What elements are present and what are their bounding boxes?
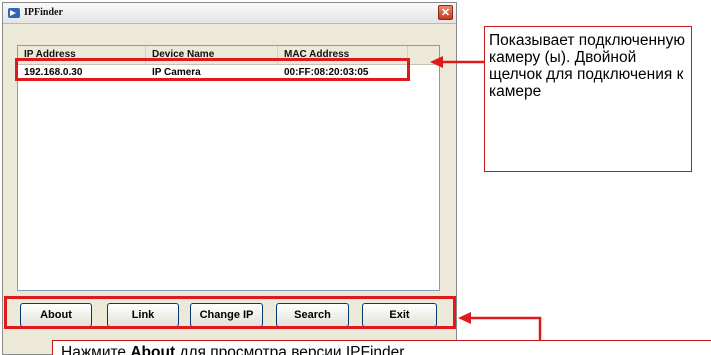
buttons-callout-prefix: Нажмите: [61, 344, 127, 355]
device-list-callout: Показывает подключенную камеру (ы). Двой…: [484, 26, 692, 172]
buttons-callout-bold: About: [130, 344, 176, 355]
buttons-callout-suffix: для просмотра версии IPFinder: [179, 344, 405, 355]
buttons-callout: Нажмите About для просмотра версии IPFin…: [52, 340, 711, 355]
